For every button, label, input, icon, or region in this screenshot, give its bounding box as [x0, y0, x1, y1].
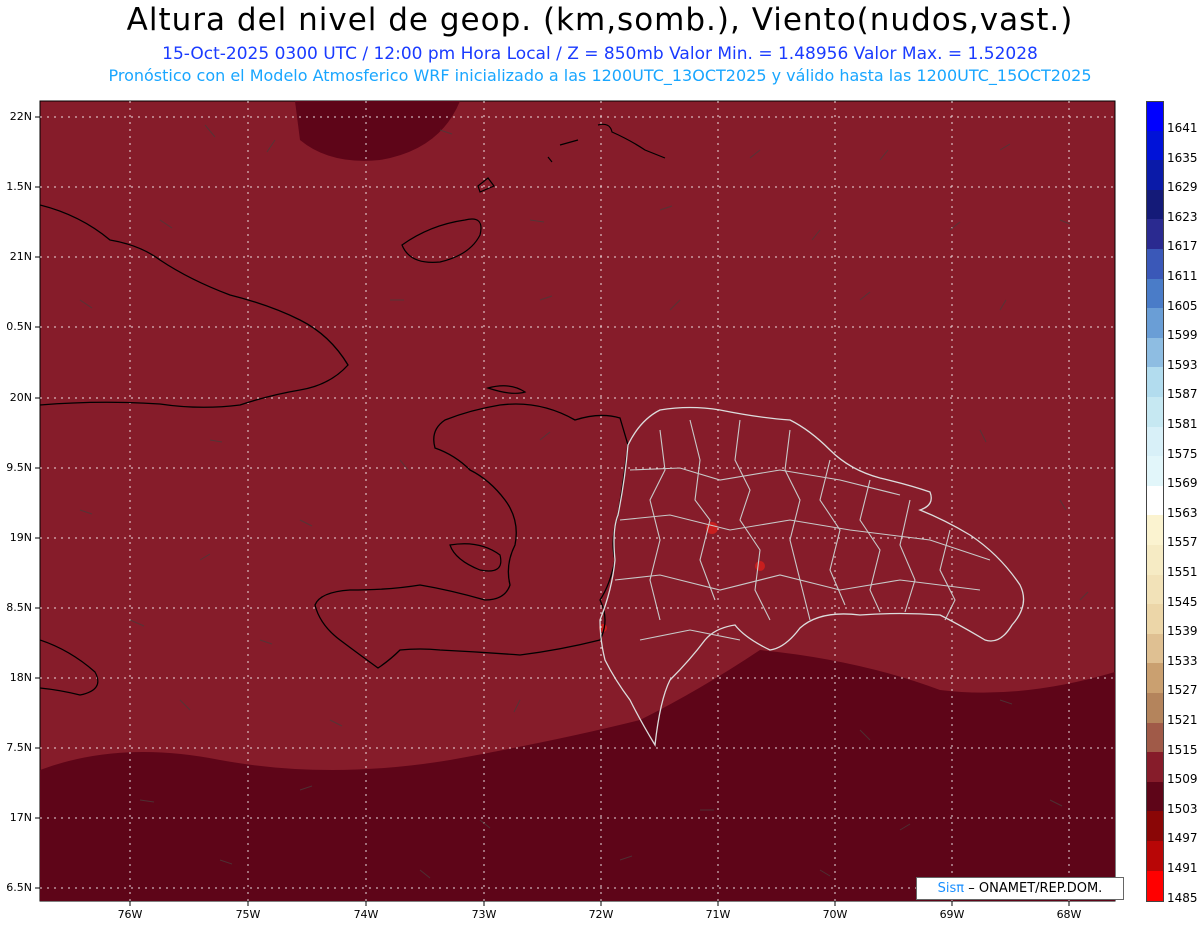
- colorbar-label: 1545: [1167, 594, 1198, 609]
- lat-label: 0.5N: [6, 320, 32, 333]
- min-core-marker: [755, 561, 765, 571]
- colorbar-label: 1497: [1167, 831, 1198, 846]
- colorbar-label: 1599: [1167, 328, 1198, 343]
- lat-label: 19N: [9, 531, 32, 544]
- colorbar-label: 1569: [1167, 476, 1198, 491]
- colorbar-swatch: [1146, 545, 1164, 575]
- colorbar-label: 1509: [1167, 772, 1198, 787]
- colorbar-swatch: [1146, 101, 1164, 132]
- lat-label: 18N: [9, 671, 32, 684]
- lat-label: 1.5N: [6, 180, 32, 193]
- colorbar-swatch: [1146, 574, 1164, 605]
- lat-label: 7.5N: [6, 741, 32, 754]
- lon-label: 76W: [117, 908, 143, 921]
- colorbar-swatch: [1146, 722, 1164, 753]
- credit-text: – ONAMET/REP.DOM.: [968, 881, 1103, 896]
- colorbar-swatch: [1146, 841, 1164, 871]
- colorbar-label: 1557: [1167, 535, 1198, 550]
- colorbar-swatch: [1146, 189, 1164, 220]
- colorbar-label: 1539: [1167, 624, 1198, 639]
- lon-label: 74W: [353, 908, 379, 921]
- colorbar-swatch: [1146, 693, 1164, 723]
- colorbar-label: 1527: [1167, 683, 1198, 698]
- lon-label: 70W: [822, 908, 848, 921]
- colorbar-label: 1611: [1167, 269, 1198, 283]
- colorbar-label: 1617: [1167, 239, 1198, 254]
- colorbar-swatch: [1146, 219, 1164, 250]
- colorbar-swatch: [1146, 663, 1164, 694]
- colorbar-label: 1623: [1167, 209, 1198, 224]
- colorbar-label: 1503: [1167, 801, 1198, 816]
- colorbar-swatch: [1146, 367, 1164, 398]
- colorbar-label: 1581: [1167, 417, 1198, 431]
- colorbar-label: 1575: [1167, 446, 1198, 461]
- lon-label: 68W: [1056, 908, 1082, 921]
- colorbar-label: 1629: [1167, 180, 1198, 195]
- colorbar-swatch: [1146, 633, 1164, 664]
- sispi-logo: Sisπ: [937, 881, 965, 896]
- colorbar-swatch: [1146, 249, 1164, 279]
- colorbar-label: 1551: [1167, 565, 1198, 579]
- colorbar-swatch: [1146, 485, 1164, 516]
- lon-label: 75W: [235, 908, 261, 921]
- colorbar-swatch: [1146, 130, 1164, 161]
- colorbar-label: 1605: [1167, 298, 1198, 313]
- lon-label: 69W: [939, 908, 965, 921]
- colorbar-swatch: [1146, 811, 1164, 842]
- lat-label: 6.5N: [6, 881, 32, 894]
- lon-label: 73W: [471, 908, 497, 921]
- colorbar-swatch: [1146, 308, 1164, 339]
- colorbar-label: 1563: [1167, 505, 1198, 520]
- colorbar-label: 1593: [1167, 357, 1198, 372]
- lon-label: 71W: [705, 908, 731, 921]
- lon-label: 72W: [588, 908, 614, 921]
- lat-label: 8.5N: [6, 601, 32, 614]
- colorbar-label: 1491: [1167, 861, 1198, 875]
- lat-label: 20N: [9, 391, 32, 404]
- colorbar-swatch: [1146, 278, 1164, 309]
- colorbar-swatch: [1146, 397, 1164, 427]
- credit-box: Sisπ – ONAMET/REP.DOM.: [916, 877, 1124, 900]
- lat-label: 21N: [9, 250, 32, 263]
- colorbar-label: 1635: [1167, 150, 1198, 165]
- colorbar-swatch: [1146, 781, 1164, 812]
- colorbar-swatch: [1146, 160, 1164, 191]
- colorbar-swatch: [1146, 752, 1164, 783]
- colorbar-label: 1521: [1167, 713, 1198, 727]
- lat-label: 17N: [9, 811, 32, 824]
- colorbar-label: 1485: [1167, 890, 1198, 905]
- colorbar-swatch: [1146, 337, 1164, 368]
- lat-label: 22N: [9, 110, 32, 123]
- colorbar-swatch: [1146, 515, 1164, 546]
- colorbar-label: 1533: [1167, 653, 1198, 668]
- colorbar-swatch: [1146, 604, 1164, 635]
- colorbar-label: 1515: [1167, 742, 1198, 757]
- colorbar-swatch: [1146, 870, 1164, 902]
- colorbar-swatch: [1146, 426, 1164, 457]
- colorbar-label: 1587: [1167, 387, 1198, 402]
- map-canvas: [35, 100, 1116, 906]
- colorbar-swatch: [1146, 456, 1164, 487]
- colorbar-label: 1641: [1167, 121, 1198, 135]
- lat-label: 9.5N: [6, 461, 32, 474]
